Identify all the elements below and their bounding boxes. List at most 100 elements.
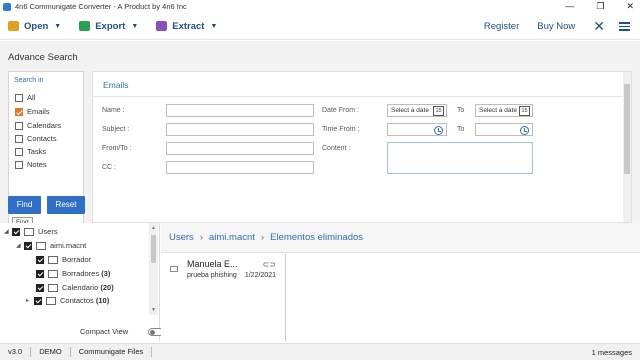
tree-item-borradores[interactable]: Borradores (3) (36, 269, 110, 278)
subject-field[interactable] (166, 123, 314, 136)
checkbox-label: Tasks (27, 147, 47, 156)
message-date: 1/22/2021 (244, 272, 276, 279)
status-bar: v3.0 DEMO Communigate Files 1 messages (0, 343, 640, 360)
checkbox-icon (15, 121, 23, 130)
tree-item-aimi[interactable]: ◢ aimi.macnt (16, 241, 86, 250)
checkbox-icon (15, 134, 23, 143)
title-bar: 4n6 Communigate Converter - A Product by… (0, 0, 640, 13)
find-button[interactable]: Find (8, 196, 41, 214)
message-count: 1 messages (591, 347, 632, 357)
subject-label: Subject : (102, 126, 130, 133)
folder-icon (48, 269, 58, 278)
tree-item-label: Contactos (60, 296, 94, 305)
close-window-button[interactable]: ✕ (626, 1, 634, 12)
breadcrumb-item[interactable]: Users (169, 232, 194, 243)
tree-scrollbar[interactable]: ▲ ▼ (149, 223, 158, 315)
checkbox-checked-icon[interactable] (36, 269, 44, 278)
chevron-right-icon: › (260, 232, 265, 243)
date-from-label: Date From : (322, 107, 359, 114)
checkbox-label: Emails (27, 107, 50, 116)
date-to-label: To (457, 107, 465, 114)
open-button[interactable]: Open ▼ (8, 21, 61, 32)
tab-emails[interactable]: Emails (103, 80, 129, 90)
cc-label: CC : (102, 164, 116, 171)
checkbox-icon (15, 147, 23, 156)
version-label: v3.0 (0, 347, 32, 357)
checkbox-checked-icon[interactable] (12, 227, 20, 236)
name-field[interactable] (166, 104, 314, 117)
tree-item-calendario[interactable]: Calendario (20) (36, 283, 114, 292)
maximize-button[interactable]: ❐ (596, 1, 604, 12)
reset-button[interactable]: Reset (47, 196, 85, 214)
scroll-down-icon[interactable]: ▼ (151, 307, 156, 313)
checkbox-checked-icon (15, 107, 23, 116)
form-scrollbar[interactable] (623, 72, 631, 222)
time-from-label: Time From : (322, 126, 360, 133)
chevron-down-icon: ▼ (210, 22, 218, 30)
clock-icon[interactable] (434, 126, 443, 135)
export-label: Export (95, 20, 126, 32)
chevron-down-icon[interactable]: ◢ (4, 228, 12, 235)
checkbox-contacts[interactable]: Contacts (15, 134, 57, 143)
breadcrumb: Users › aimi.macnt › Elementos eliminado… (161, 223, 640, 253)
checkbox-tasks[interactable]: Tasks (15, 147, 46, 156)
list-item[interactable]: Manuela E... ⊂⊃ prueba phishing 1/22/202… (165, 257, 282, 283)
folder-tree: ◢ Users ◢ aimi.macnt Borrador Borradores… (0, 223, 160, 341)
compact-view-label: Compact View (80, 327, 129, 336)
tree-item-users[interactable]: ◢ Users (4, 227, 58, 236)
folder-icon (36, 241, 46, 250)
tree-item-label: Borrador (62, 255, 92, 264)
checkbox-notes[interactable]: Notes (15, 160, 47, 169)
time-to-picker[interactable] (475, 123, 533, 136)
time-from-picker[interactable] (387, 123, 447, 136)
chevron-down-icon[interactable]: ◢ (16, 242, 24, 249)
checkbox-label: All (27, 93, 36, 102)
date-from-picker[interactable]: Select a date 15 (387, 104, 447, 117)
checkbox-checked-icon[interactable] (34, 296, 42, 305)
checkbox-all[interactable]: All (15, 93, 35, 102)
clock-icon[interactable] (520, 126, 529, 135)
attachment-icon: ⊂⊃ (262, 260, 276, 269)
tree-item-contactos[interactable]: ▸ Contactos (10) (26, 296, 109, 305)
contacts-icon (46, 296, 56, 305)
content-field[interactable] (387, 142, 533, 174)
folder-icon (8, 21, 19, 31)
open-label: Open (24, 20, 49, 32)
mode-label: DEMO (31, 347, 71, 357)
content-label: Content : (322, 145, 351, 152)
minimize-button[interactable]: — (565, 1, 574, 12)
date-to-picker[interactable]: Select a date 15 (475, 104, 533, 117)
scroll-up-icon[interactable]: ▲ (151, 225, 156, 231)
extract-button[interactable]: Extract ▼ (156, 21, 217, 32)
chevron-right-icon[interactable]: ▸ (26, 297, 34, 304)
register-link[interactable]: Register (484, 21, 519, 32)
from-to-field[interactable] (166, 142, 314, 155)
checkbox-icon (15, 160, 23, 169)
tree-item-borrador[interactable]: Borrador (36, 255, 91, 264)
date-placeholder: Select a date (391, 107, 429, 114)
calendar-icon[interactable]: 15 (519, 106, 530, 116)
close-icon[interactable]: ✕ (593, 18, 605, 35)
checkbox-checked-icon[interactable] (36, 255, 44, 264)
checkbox-checked-icon[interactable] (24, 241, 32, 250)
search-form: Emails Name : Subject : From/To : CC : D… (92, 71, 632, 223)
toolbar: Open ▼ Export ▼ Extract ▼ Register Buy N… (0, 13, 640, 40)
breadcrumb-item[interactable]: aimi.macnt (209, 232, 255, 243)
name-label: Name : (102, 107, 125, 114)
advance-search-panel: Advance Search Search in All Emails Cale… (0, 41, 640, 228)
checkbox-calendars[interactable]: Calendars (15, 121, 61, 130)
message-preview (287, 254, 640, 342)
cc-field[interactable] (166, 161, 314, 174)
hamburger-menu-icon[interactable] (619, 22, 630, 31)
buy-now-link[interactable]: Buy Now (537, 21, 575, 32)
export-icon (79, 21, 91, 31)
export-button[interactable]: Export ▼ (79, 21, 138, 32)
source-label: Communigate Files (71, 347, 153, 357)
folder-icon (48, 255, 58, 264)
checkbox-emails[interactable]: Emails (15, 107, 50, 116)
checkbox-checked-icon[interactable] (36, 283, 44, 292)
advance-search-title: Advance Search (8, 52, 78, 63)
compact-view-toggle[interactable]: Compact View (80, 327, 165, 336)
calendar-icon[interactable]: 15 (433, 106, 444, 116)
breadcrumb-item[interactable]: Elementos eliminados (270, 232, 363, 243)
